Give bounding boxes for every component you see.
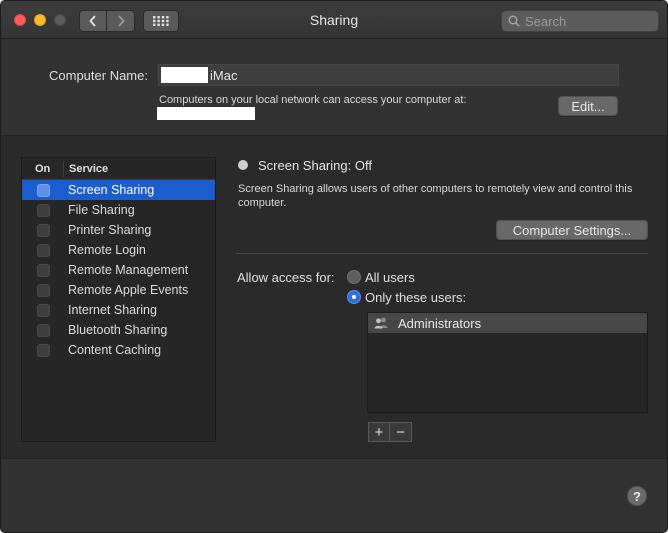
service-checkbox[interactable] <box>37 343 50 357</box>
service-row[interactable]: Remote Management <box>22 260 215 280</box>
service-status: Screen Sharing: Off <box>258 158 372 173</box>
service-label: Content Caching <box>68 343 162 357</box>
service-label: Internet Sharing <box>68 303 157 317</box>
sharing-window: Sharing Computer Name: iMac Computers on… <box>0 0 668 533</box>
service-checkbox[interactable] <box>37 323 50 337</box>
service-rows: Screen Sharing File Sharing Printer Sharin… <box>22 180 215 360</box>
service-row[interactable]: Screen Sharing <box>22 180 215 200</box>
radio-all-users[interactable] <box>347 270 361 284</box>
divider <box>1 458 667 459</box>
service-row[interactable]: Remote Login <box>22 240 215 260</box>
service-checkbox[interactable] <box>37 223 50 237</box>
service-row[interactable]: Internet Sharing <box>22 300 215 320</box>
user-row[interactable]: Administrators <box>368 313 647 333</box>
service-checkbox[interactable] <box>37 303 50 317</box>
service-checkbox[interactable] <box>37 203 50 217</box>
service-description: Screen Sharing allows users of other com… <box>238 183 633 209</box>
radio-all-users-label[interactable]: All users <box>365 270 415 285</box>
user-group-icon <box>373 317 389 329</box>
network-address-info: Computers on your local network can acce… <box>159 94 467 106</box>
users-list: Administrators <box>367 312 648 413</box>
service-row[interactable]: Remote Apple Events <box>22 280 215 300</box>
service-row[interactable]: Bluetooth Sharing <box>22 320 215 340</box>
service-label: Printer Sharing <box>68 223 152 237</box>
column-header-on: On <box>22 160 64 177</box>
service-label: Screen Sharing <box>68 183 155 197</box>
computer-name-label: Computer Name: <box>49 68 148 83</box>
service-row[interactable]: File Sharing <box>22 200 215 220</box>
add-user-button[interactable]: + <box>368 422 390 442</box>
user-name: Administrators <box>398 315 482 331</box>
service-label: Remote Management <box>68 263 189 277</box>
service-label: File Sharing <box>68 203 135 217</box>
service-checkbox[interactable] <box>37 283 50 297</box>
allow-access-label: Allow access for: <box>237 270 335 285</box>
status-indicator <box>238 160 248 170</box>
service-label: Remote Login <box>68 243 146 257</box>
column-header-service: Service <box>69 162 109 175</box>
service-checkbox[interactable] <box>37 243 50 257</box>
search-field[interactable] <box>501 10 659 32</box>
redaction-box <box>157 107 255 120</box>
service-list-header: On Service <box>22 158 215 180</box>
redaction-box <box>161 67 208 83</box>
search-icon <box>508 15 520 27</box>
service-label: Bluetooth Sharing <box>68 323 168 337</box>
computer-name-value: iMac <box>210 68 238 83</box>
radio-only-these-users-label[interactable]: Only these users: <box>365 290 466 305</box>
service-row[interactable]: Content Caching <box>22 340 215 360</box>
section-separator <box>236 253 648 254</box>
service-checkbox[interactable] <box>37 183 50 197</box>
service-row[interactable]: Printer Sharing <box>22 220 215 240</box>
title-bar: Sharing <box>1 1 667 39</box>
service-label: Remote Apple Events <box>68 283 189 297</box>
computer-settings-button[interactable]: Computer Settings... <box>496 220 648 240</box>
search-input[interactable] <box>525 13 645 29</box>
edit-button[interactable]: Edit... <box>558 96 618 116</box>
radio-only-these-users[interactable] <box>347 290 361 304</box>
computer-name-field[interactable]: iMac <box>158 64 619 86</box>
remove-user-button[interactable]: − <box>390 422 412 442</box>
help-button[interactable]: ? <box>627 486 647 506</box>
service-checkbox[interactable] <box>37 263 50 277</box>
service-list: On Service Screen Sharing File Sharing Pri… <box>21 157 216 442</box>
